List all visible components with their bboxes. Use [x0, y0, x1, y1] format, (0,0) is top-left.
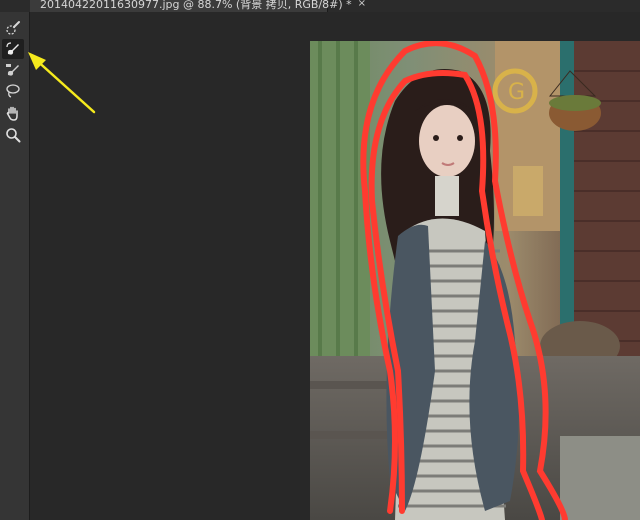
document-tab-bar: 20140422011630977.jpg @ 88.7% (背景 拷贝, RG… [0, 0, 640, 12]
lasso-icon [6, 84, 20, 98]
refine-radius-tool[interactable] [2, 39, 24, 59]
quick-selection-icon [6, 21, 20, 35]
erase-refinements-tool[interactable] [2, 60, 24, 80]
hand-tool[interactable] [2, 103, 24, 123]
document-tab[interactable]: 20140422011630977.jpg @ 88.7% (背景 拷贝, RG… [30, 0, 366, 12]
refine-radius-brush-icon [6, 42, 19, 55]
document-tab-title: 20140422011630977.jpg @ 88.7% (背景 拷贝, RG… [40, 0, 352, 11]
lasso-tool[interactable] [2, 81, 24, 101]
svg-text:G: G [508, 80, 525, 105]
hand-icon [6, 106, 18, 121]
photo-layer[interactable]: G [310, 41, 640, 520]
annotation-arrow-icon [28, 52, 96, 114]
zoom-icon [6, 128, 21, 143]
erase-refinements-brush-icon [6, 64, 19, 76]
zoom-tool[interactable] [2, 125, 24, 145]
quick-selection-tool[interactable] [2, 18, 24, 38]
photo-image: G [310, 41, 640, 520]
close-tab-icon[interactable]: × [358, 0, 366, 9]
